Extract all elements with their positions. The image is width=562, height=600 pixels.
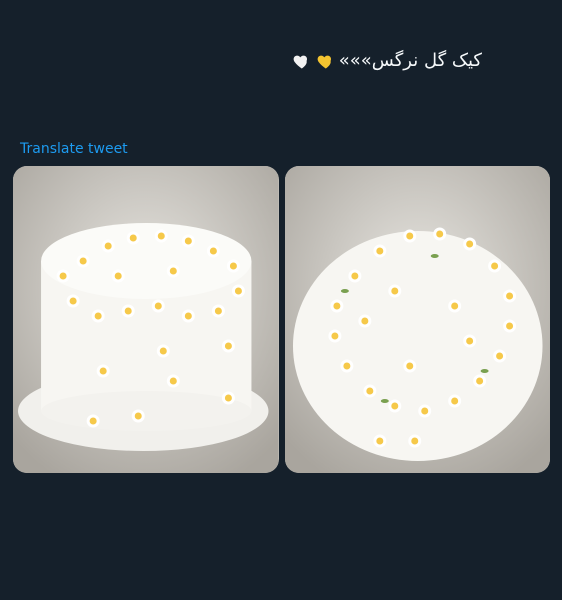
tweet-text-content: کیک گل نرگس»»» — [338, 50, 482, 71]
white-heart-icon — [293, 55, 307, 68]
yellow-heart-icon — [317, 55, 331, 68]
translate-tweet-link[interactable]: Translate tweet — [20, 141, 128, 157]
tweet-media[interactable] — [13, 166, 550, 473]
cake-photo-top-view[interactable] — [284, 166, 550, 473]
tweet-text: کیک گل نرگس»»» — [291, 50, 482, 71]
cake-photo-side-view[interactable] — [13, 166, 279, 473]
